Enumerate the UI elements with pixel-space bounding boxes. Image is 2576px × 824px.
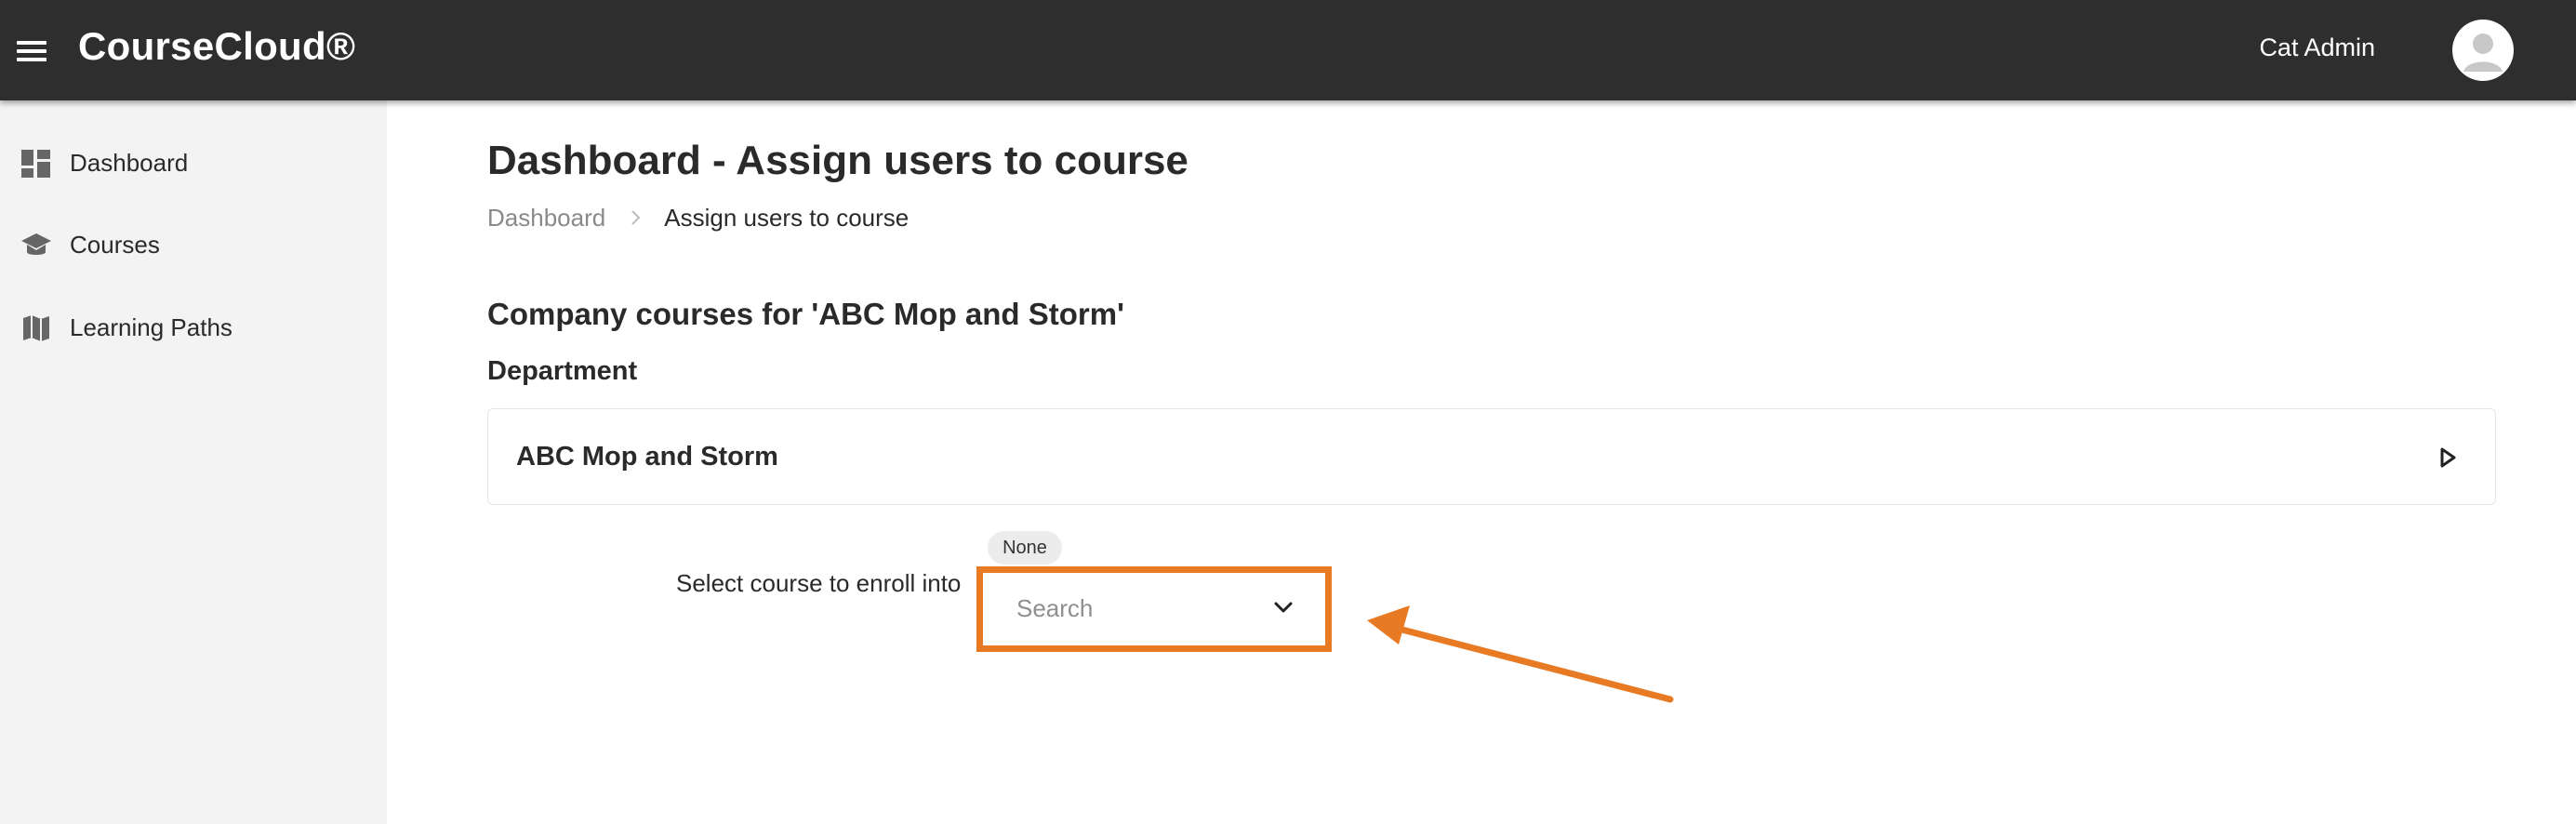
page-title: Dashboard - Assign users to course xyxy=(487,138,1188,183)
course-search-input[interactable] xyxy=(1016,594,1249,623)
breadcrumb: Dashboard Assign users to course xyxy=(487,204,909,233)
user-name: Cat Admin xyxy=(2259,33,2375,61)
user-avatar-icon xyxy=(2454,21,2512,79)
dashboard-icon xyxy=(21,150,50,178)
section-title: Company courses for 'ABC Mop and Storm' xyxy=(487,297,1124,331)
sidebar-item-dashboard[interactable]: Dashboard xyxy=(0,129,387,194)
sidebar: Dashboard Courses Learning Paths xyxy=(0,100,387,824)
sidebar-item-label: Courses xyxy=(70,231,160,259)
department-name: ABC Mop and Storm xyxy=(516,442,778,472)
brand-logo[interactable]: CourseCloud® xyxy=(78,24,355,69)
breadcrumb-separator-icon xyxy=(631,204,642,233)
department-label: Department xyxy=(487,356,638,386)
selected-course-chip: None xyxy=(988,531,1062,565)
sidebar-item-learning-paths[interactable]: Learning Paths xyxy=(0,294,387,359)
menu-icon[interactable] xyxy=(17,41,46,61)
breadcrumb-link-dashboard[interactable]: Dashboard xyxy=(487,204,605,232)
breadcrumb-current: Assign users to course xyxy=(664,204,910,232)
enroll-course-label: Select course to enroll into xyxy=(676,569,962,597)
annotation-arrow-icon xyxy=(1367,605,1674,703)
chevron-down-icon[interactable] xyxy=(1273,601,1294,616)
sidebar-item-label: Dashboard xyxy=(70,149,189,177)
sidebar-item-label: Learning Paths xyxy=(70,313,232,341)
department-accordion[interactable]: ABC Mop and Storm xyxy=(487,408,2496,505)
course-select[interactable] xyxy=(987,577,1321,642)
expand-arrow-icon[interactable] xyxy=(2437,445,2458,470)
avatar[interactable] xyxy=(2452,20,2514,81)
top-app-bar: CourseCloud® Cat Admin xyxy=(0,0,2576,100)
map-icon xyxy=(23,315,49,341)
sidebar-item-courses[interactable]: Courses xyxy=(0,211,387,276)
school-icon xyxy=(21,233,51,255)
